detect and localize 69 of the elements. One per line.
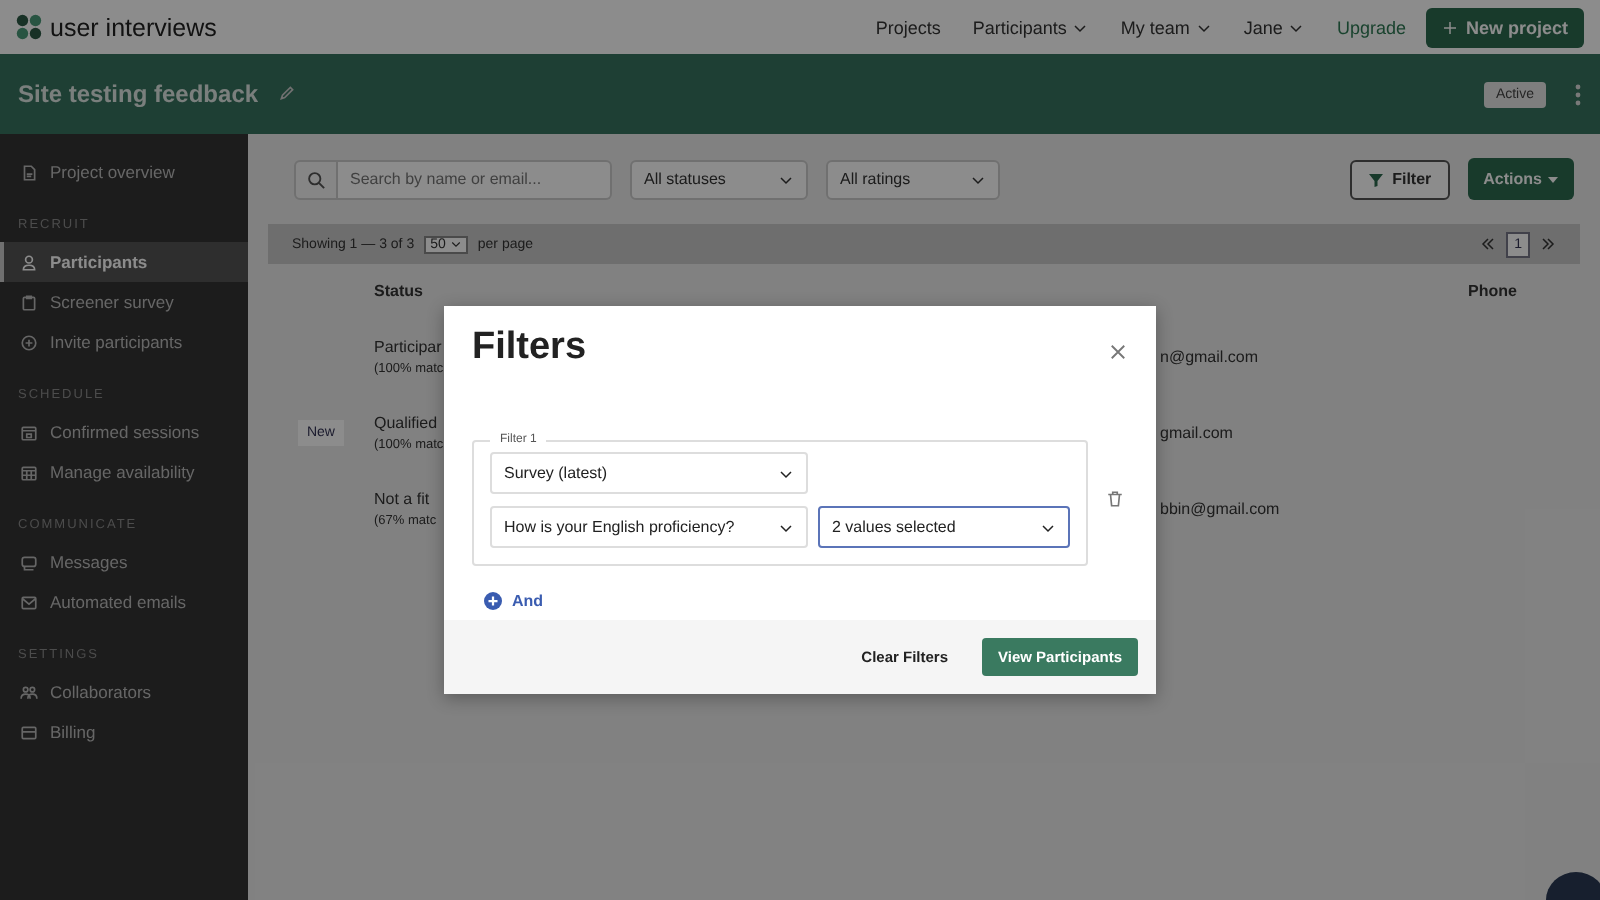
- more-icon[interactable]: [1574, 83, 1582, 105]
- logo-icon: [16, 14, 42, 40]
- sidebar-item[interactable]: Confirmed sessions: [0, 412, 248, 452]
- caret-icon: [778, 519, 794, 535]
- credit-card-icon: [20, 723, 38, 741]
- column-header: Phone: [1466, 282, 1519, 300]
- new-project-button[interactable]: New project: [1425, 7, 1584, 47]
- document-icon: [20, 163, 38, 181]
- sidebar-item[interactable]: Project overview: [0, 152, 248, 192]
- caret-icon: [1288, 19, 1305, 35]
- dialog-title: Filters: [472, 326, 587, 372]
- person-icon: [20, 253, 38, 271]
- double-chevron-left-icon: [1480, 236, 1497, 252]
- question-dropdown[interactable]: How is your English proficiency?: [490, 506, 808, 548]
- search-field[interactable]: Search by name or email...: [338, 159, 612, 199]
- caret-icon: [1040, 519, 1056, 535]
- caret-icon: [778, 171, 794, 187]
- email-text: bbin@gmail.com: [1160, 499, 1282, 517]
- caret-icon: [1072, 19, 1089, 35]
- nav-link[interactable]: Jane: [1243, 17, 1305, 37]
- project-title: Site testing feedback: [18, 80, 259, 108]
- sidebar-item[interactable]: Invite participants: [0, 322, 248, 362]
- actions-button[interactable]: Actions: [1467, 158, 1574, 200]
- caret-icon: [449, 238, 462, 250]
- brand-name: user interviews: [50, 13, 217, 41]
- email-text: n@gmail.com: [1160, 347, 1261, 365]
- funnel-icon: [1368, 171, 1385, 187]
- rating-dropdown[interactable]: All ratings: [826, 159, 1000, 199]
- status-text: Participar: [374, 337, 442, 355]
- sidebar-item[interactable]: Participants: [0, 242, 248, 282]
- chat-icon: [20, 553, 38, 571]
- plus-icon: [1441, 19, 1458, 35]
- plus-circle-icon: [20, 333, 38, 351]
- search-icon: [306, 169, 326, 189]
- column-header: Status: [374, 282, 425, 300]
- caret-icon: [778, 465, 794, 481]
- status-text: Not a fit: [374, 489, 430, 507]
- sidebar-item[interactable]: Collaborators: [0, 672, 248, 712]
- caret-icon: [1195, 19, 1212, 35]
- pencil-icon: [278, 84, 297, 102]
- chat-bubble-icon[interactable]: [1546, 872, 1600, 900]
- email-text: gmail.com: [1160, 423, 1235, 441]
- and-button[interactable]: And: [484, 592, 544, 610]
- nav-link[interactable]: Projects: [875, 17, 941, 37]
- sidebar-item[interactable]: Automated emails: [0, 582, 248, 622]
- plus-circle-icon: [484, 592, 502, 610]
- trash-icon: [1106, 489, 1124, 507]
- double-chevron-right-icon: [1540, 236, 1556, 252]
- field-dropdown[interactable]: Survey (latest): [490, 452, 808, 494]
- sidebar-item[interactable]: Billing: [0, 712, 248, 752]
- search-button[interactable]: [294, 159, 338, 199]
- nav-link[interactable]: Participants: [972, 17, 1089, 37]
- envelope-icon: [20, 593, 38, 611]
- filter-button[interactable]: Filter: [1350, 159, 1450, 199]
- people-icon: [20, 683, 38, 701]
- status-text: Qualified: [374, 413, 438, 431]
- calendar-grid-icon: [20, 463, 38, 481]
- upgrade-link[interactable]: Upgrade: [1336, 17, 1406, 37]
- values-dropdown[interactable]: 2 values selected: [818, 506, 1070, 548]
- sidebar-item[interactable]: Screener survey: [0, 282, 248, 322]
- calendar-icon: [20, 423, 38, 441]
- caret-icon: [970, 171, 986, 187]
- status-dropdown[interactable]: All statuses: [630, 159, 808, 199]
- sidebar-item[interactable]: Messages: [0, 542, 248, 582]
- close-icon: [1108, 342, 1128, 362]
- sidebar-item[interactable]: Manage availability: [0, 452, 248, 492]
- caret-icon: [1548, 175, 1558, 183]
- nav-link[interactable]: My team: [1120, 17, 1212, 37]
- clipboard-icon: [20, 293, 38, 311]
